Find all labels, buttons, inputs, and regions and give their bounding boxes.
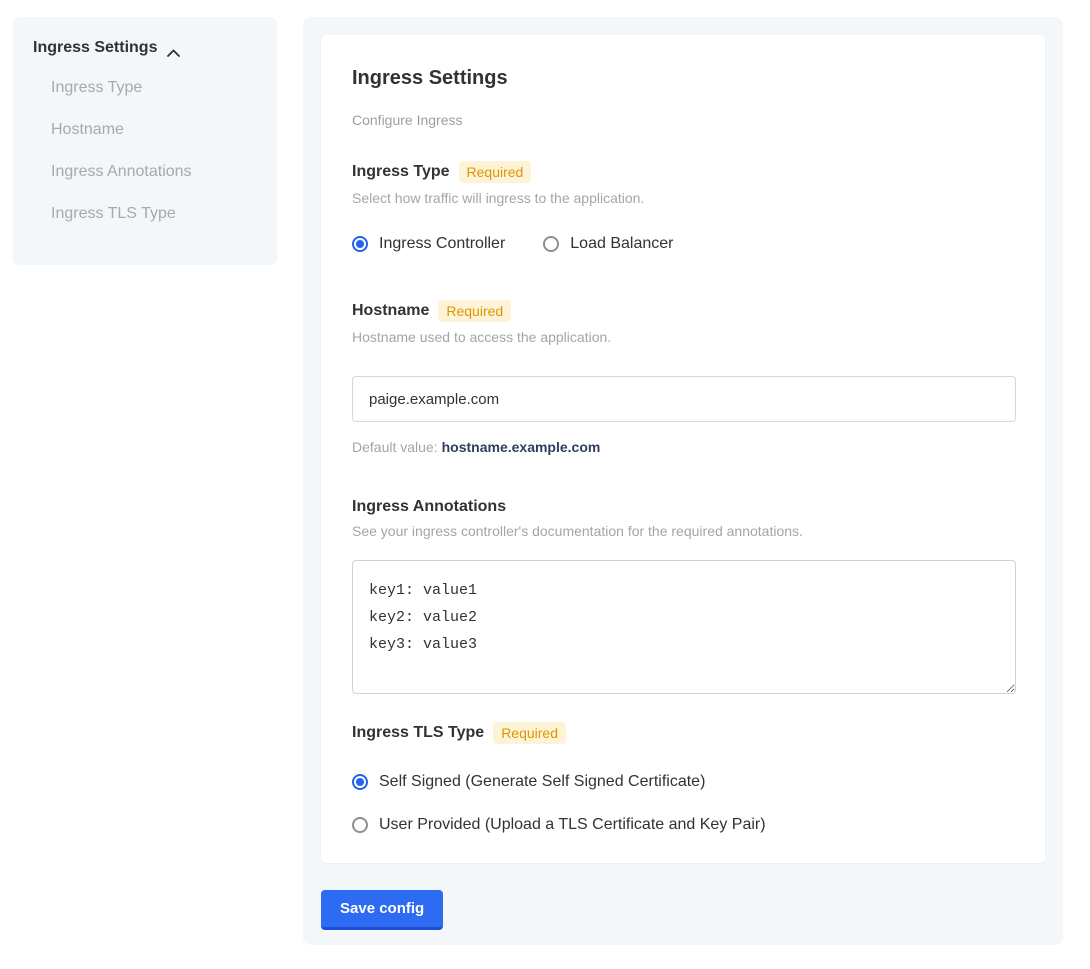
radio-option-user-provided[interactable]: User Provided (Upload a TLS Certificate … [352,816,1014,834]
section-title-ingress-tls-type: Ingress TLS Type [352,724,484,742]
section-title-ingress-annotations: Ingress Annotations [352,498,506,516]
section-ingress-annotations: Ingress Annotations See your ingress con… [352,498,1014,694]
section-ingress-type: Ingress Type Required Select how traffic… [352,161,1014,253]
radio-icon[interactable] [352,774,368,790]
annotations-textarea[interactable]: key1: value1 key2: value2 key3: value3 [352,560,1016,694]
radio-option-ingress-controller[interactable]: Ingress Controller [352,235,505,253]
hostname-default-line: Default value:hostname.example.com [352,439,1014,455]
sidebar-item-ingress-tls-type[interactable]: Ingress TLS Type [33,202,257,225]
ingress-type-radio-group: Ingress Controller Load Balancer [352,235,1014,253]
hostname-input[interactable] [352,376,1016,422]
radio-option-self-signed[interactable]: Self Signed (Generate Self Signed Certif… [352,773,1014,791]
sidebar-group-ingress-settings[interactable]: Ingress Settings [33,39,257,57]
ingress-settings-card: Ingress Settings Configure Ingress Ingre… [321,35,1045,863]
chevron-up-icon [167,44,180,52]
help-text-hostname: Hostname used to access the application. [352,329,1014,345]
section-hostname: Hostname Required Hostname used to acces… [352,300,1014,455]
sidebar-group-label: Ingress Settings [33,39,157,57]
sidebar-item-ingress-annotations[interactable]: Ingress Annotations [33,160,257,183]
default-prefix: Default value: [352,439,438,455]
default-value: hostname.example.com [442,439,601,455]
radio-label: Load Balancer [570,235,673,253]
help-text-ingress-annotations: See your ingress controller's documentat… [352,523,1014,539]
sidebar-item-ingress-type[interactable]: Ingress Type [33,76,257,99]
section-title-ingress-type: Ingress Type [352,163,450,181]
required-badge: Required [493,722,566,744]
config-sidebar: Ingress Settings Ingress Type Hostname I… [13,17,277,265]
radio-label: User Provided (Upload a TLS Certificate … [379,816,766,834]
page-title: Ingress Settings [352,67,1014,90]
radio-icon[interactable] [352,236,368,252]
tls-type-radio-group: Self Signed (Generate Self Signed Certif… [352,773,1014,834]
section-title-hostname: Hostname [352,302,429,320]
config-main-panel: Ingress Settings Configure Ingress Ingre… [303,17,1063,945]
save-config-button[interactable]: Save config [321,890,443,930]
sidebar-item-hostname[interactable]: Hostname [33,118,257,141]
help-text-ingress-type: Select how traffic will ingress to the a… [352,190,1014,206]
radio-icon[interactable] [352,817,368,833]
required-badge: Required [438,300,511,322]
required-badge: Required [459,161,532,183]
radio-icon[interactable] [543,236,559,252]
radio-label: Self Signed (Generate Self Signed Certif… [379,773,705,791]
page-subtitle: Configure Ingress [352,112,1014,128]
radio-option-load-balancer[interactable]: Load Balancer [543,235,673,253]
radio-label: Ingress Controller [379,235,505,253]
section-ingress-tls-type: Ingress TLS Type Required Self Signed (G… [352,722,1014,834]
